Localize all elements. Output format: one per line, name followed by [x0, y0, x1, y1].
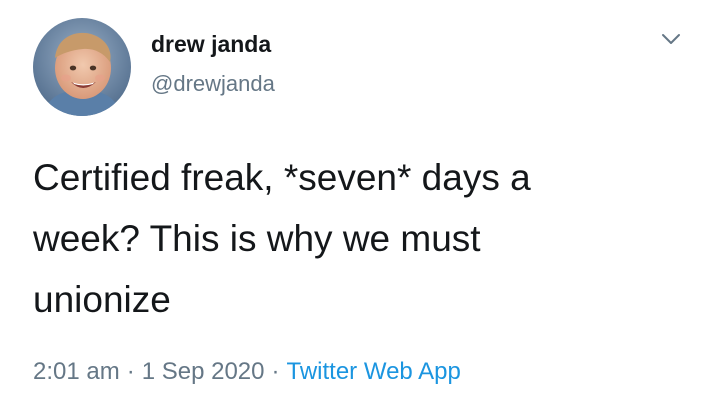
tweet-metadata: 2:01 am · 1 Sep 2020 · Twitter Web App: [33, 357, 461, 387]
tweet-card: drew janda @drewjanda Certified freak, *…: [0, 0, 720, 411]
tweet-menu-button[interactable]: [656, 24, 686, 54]
avatar[interactable]: [33, 18, 131, 116]
meta-separator: ·: [271, 358, 280, 385]
chevron-down-icon: [662, 34, 680, 44]
display-name[interactable]: drew janda: [151, 30, 271, 58]
tweet-time[interactable]: 2:01 am: [33, 358, 120, 385]
tweet-text: Certified freak, *seven* days a week? Th…: [33, 157, 531, 320]
tweet-source-link[interactable]: Twitter Web App: [287, 358, 461, 385]
user-handle[interactable]: @drewjanda: [151, 70, 275, 98]
meta-separator: ·: [126, 358, 135, 385]
tweet-date[interactable]: 1 Sep 2020: [142, 358, 265, 385]
avatar-photo: [33, 18, 131, 116]
